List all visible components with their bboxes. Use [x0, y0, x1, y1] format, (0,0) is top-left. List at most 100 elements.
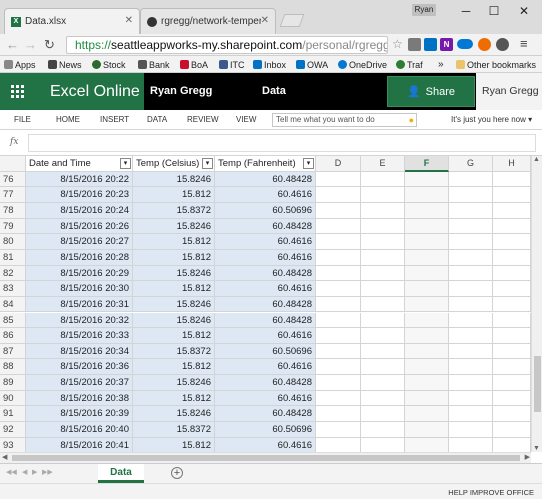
cell-date-time[interactable]: 8/15/2016 20:39	[26, 406, 133, 423]
cell-g[interactable]	[449, 390, 493, 407]
cell-temp-fahrenheit[interactable]: 60.4616	[215, 187, 316, 203]
cell-g[interactable]	[449, 359, 493, 376]
row-header[interactable]: 79	[0, 218, 26, 235]
cell-g[interactable]	[449, 312, 493, 329]
user-account-menu[interactable]: Ryan Gregg	[476, 73, 542, 110]
scroll-right-icon[interactable]: ▶	[525, 453, 530, 463]
row-header[interactable]: 83	[0, 281, 26, 297]
column-header-h[interactable]: H	[493, 156, 531, 172]
cell-temp-celsius[interactable]: 15.8372	[133, 343, 215, 360]
share-button[interactable]: 👤 Share	[387, 76, 475, 107]
tab-data[interactable]: DATA	[147, 115, 167, 124]
filter-dropdown-icon[interactable]: ▾	[120, 158, 131, 169]
row-header[interactable]: 89	[0, 375, 26, 391]
formula-input[interactable]	[28, 134, 536, 152]
cell-d[interactable]	[316, 171, 361, 188]
cell-f[interactable]	[405, 202, 449, 219]
cell-e[interactable]	[361, 422, 405, 438]
prev-sheet-icon[interactable]: ◀	[22, 468, 27, 476]
cell-temp-celsius[interactable]: 15.812	[133, 390, 215, 407]
cell-temp-fahrenheit[interactable]: 60.4616	[215, 390, 316, 407]
header-date-time[interactable]: Date and Time ▾	[26, 156, 133, 172]
bookmark-bank[interactable]: Bank	[138, 58, 170, 71]
cell-date-time[interactable]: 8/15/2016 20:28	[26, 249, 133, 266]
cell-date-time[interactable]: 8/15/2016 20:36	[26, 359, 133, 376]
cell-temp-fahrenheit[interactable]: 60.50696	[215, 202, 316, 219]
cell-temp-fahrenheit[interactable]: 60.48428	[215, 296, 316, 313]
cell-e[interactable]	[361, 296, 405, 313]
filter-dropdown-icon[interactable]: ▾	[303, 158, 314, 169]
cell-h[interactable]	[493, 437, 531, 452]
cell-date-time[interactable]: 8/15/2016 20:23	[26, 187, 133, 203]
cell-e[interactable]	[361, 375, 405, 391]
cell-temp-fahrenheit[interactable]: 60.48428	[215, 312, 316, 329]
horizontal-scroll-thumb[interactable]	[12, 455, 520, 461]
cell-e[interactable]	[361, 281, 405, 297]
onedrive-extension-icon[interactable]	[457, 39, 473, 49]
cell-f[interactable]	[405, 296, 449, 313]
row-header[interactable]: 81	[0, 249, 26, 266]
tab-home[interactable]: HOME	[56, 115, 80, 124]
close-tab-icon[interactable]: ✕	[125, 15, 133, 26]
cell-f[interactable]	[405, 422, 449, 438]
column-header-d[interactable]: D	[316, 156, 361, 172]
forward-arrow-icon[interactable]: →	[24, 37, 37, 52]
cell-g[interactable]	[449, 187, 493, 203]
cell-temp-fahrenheit[interactable]: 60.48428	[215, 171, 316, 188]
cell-f[interactable]	[405, 249, 449, 266]
row-header[interactable]: 86	[0, 328, 26, 344]
bookmark-owa[interactable]: OWA	[296, 58, 328, 71]
cell-temp-fahrenheit[interactable]: 60.4616	[215, 281, 316, 297]
cell-g[interactable]	[449, 234, 493, 250]
cell-g[interactable]	[449, 281, 493, 297]
row-header[interactable]: 78	[0, 202, 26, 219]
cell-temp-fahrenheit[interactable]: 60.48428	[215, 406, 316, 423]
cell-temp-fahrenheit[interactable]: 60.4616	[215, 437, 316, 452]
cell-f[interactable]	[405, 281, 449, 297]
cell-date-time[interactable]: 8/15/2016 20:37	[26, 375, 133, 391]
cell-f[interactable]	[405, 343, 449, 360]
cell-e[interactable]	[361, 187, 405, 203]
cell-d[interactable]	[316, 375, 361, 391]
cell-temp-celsius[interactable]: 15.8246	[133, 296, 215, 313]
tell-me-search[interactable]: Tell me what you want to do ●	[272, 113, 417, 127]
sheet-tab-data[interactable]: Data	[98, 464, 144, 483]
cell-date-time[interactable]: 8/15/2016 20:38	[26, 390, 133, 407]
cell-f[interactable]	[405, 265, 449, 282]
vertical-scrollbar[interactable]: ▲ ▼	[531, 156, 542, 452]
cell-g[interactable]	[449, 218, 493, 235]
cell-g[interactable]	[449, 406, 493, 423]
cell-d[interactable]	[316, 343, 361, 360]
cell-temp-fahrenheit[interactable]: 60.4616	[215, 328, 316, 344]
bookmark-stock[interactable]: Stock	[92, 58, 126, 71]
cell-f[interactable]	[405, 375, 449, 391]
cell-g[interactable]	[449, 328, 493, 344]
help-improve-office-link[interactable]: HELP IMPROVE OFFICE	[448, 488, 534, 497]
owner-name[interactable]: Ryan Gregg	[150, 85, 212, 97]
star-bookmark-icon[interactable]: ☆	[392, 37, 403, 51]
tab-review[interactable]: REVIEW	[187, 115, 219, 124]
cell-f[interactable]	[405, 437, 449, 452]
cell-e[interactable]	[361, 359, 405, 376]
add-sheet-button[interactable]: +	[171, 467, 183, 479]
cell-d[interactable]	[316, 265, 361, 282]
cell-temp-celsius[interactable]: 15.8246	[133, 312, 215, 329]
cell-temp-celsius[interactable]: 15.812	[133, 359, 215, 376]
cell-temp-fahrenheit[interactable]: 60.48428	[215, 265, 316, 282]
cell-h[interactable]	[493, 187, 531, 203]
cell-d[interactable]	[316, 202, 361, 219]
cell-d[interactable]	[316, 437, 361, 452]
row-header[interactable]: 88	[0, 359, 26, 376]
tab-file[interactable]: FILE	[14, 115, 31, 124]
vertical-scroll-thumb[interactable]	[534, 356, 541, 412]
cell-d[interactable]	[316, 218, 361, 235]
close-window-icon[interactable]: ✕	[510, 0, 538, 22]
cell-f[interactable]	[405, 218, 449, 235]
cell-h[interactable]	[493, 296, 531, 313]
cell-f[interactable]	[405, 328, 449, 344]
cell-e[interactable]	[361, 343, 405, 360]
bookmark-itc[interactable]: ITC	[219, 58, 245, 71]
bookmark-news[interactable]: News	[48, 58, 82, 71]
cell-e[interactable]	[361, 202, 405, 219]
cell-d[interactable]	[316, 296, 361, 313]
